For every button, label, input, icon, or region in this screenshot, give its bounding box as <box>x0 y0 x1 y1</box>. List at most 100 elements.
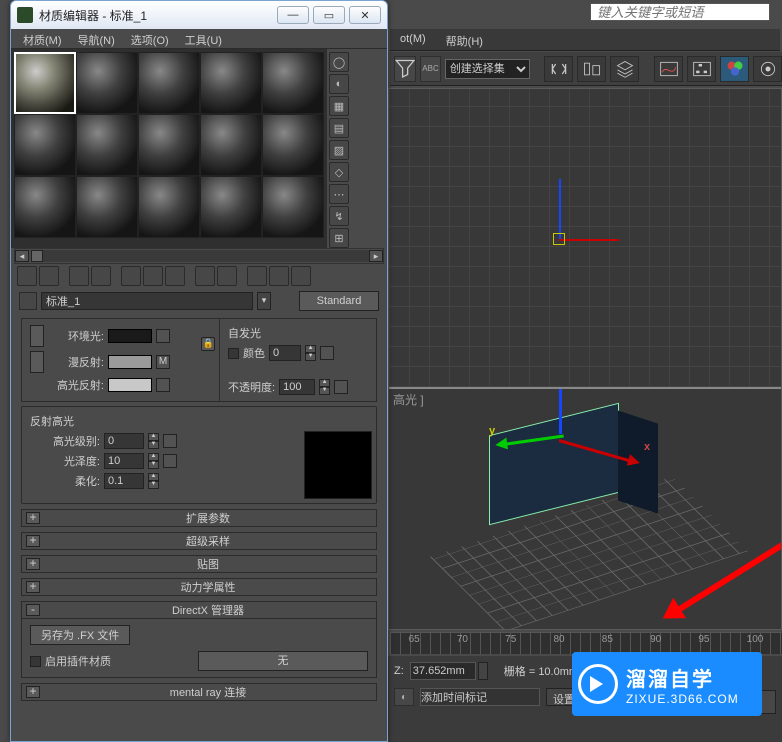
specular-map-button[interactable] <box>156 378 170 392</box>
material-name-input[interactable] <box>41 292 253 310</box>
menu-navigate[interactable]: 导航(N) <box>70 29 123 48</box>
uv-tile-icon[interactable]: ▤ <box>329 118 349 138</box>
rollout-supersampling[interactable]: +超级采样 <box>21 532 377 550</box>
gizmo-z-axis[interactable] <box>559 389 562 434</box>
align-icon[interactable] <box>577 56 606 82</box>
show-map-icon[interactable] <box>217 266 237 286</box>
make-unique-icon[interactable] <box>143 266 163 286</box>
ambient-swatch[interactable] <box>108 329 152 343</box>
opacity-input[interactable] <box>279 379 315 395</box>
plugin-material-button[interactable]: 无 <box>198 651 368 671</box>
get-material-icon[interactable] <box>17 266 37 286</box>
menu-material[interactable]: 材质(M) <box>15 29 70 48</box>
global-search-input[interactable] <box>590 3 770 21</box>
scroll-left-icon[interactable]: ◂ <box>15 250 29 262</box>
sample-slot[interactable] <box>262 176 324 238</box>
spinner-icon[interactable]: ▲▼ <box>148 473 159 489</box>
put-to-lib-icon[interactable] <box>165 266 185 286</box>
mirror-icon[interactable] <box>544 56 573 82</box>
viewport-perspective[interactable]: 高光 ] y x <box>389 389 781 630</box>
spinner-icon[interactable] <box>478 662 488 680</box>
scroll-right-icon[interactable]: ▸ <box>369 250 383 262</box>
put-to-scene-icon[interactable] <box>39 266 59 286</box>
sample-slot[interactable] <box>138 114 200 176</box>
gloss-input[interactable] <box>104 453 144 469</box>
assign-to-sel-icon[interactable] <box>69 266 89 286</box>
selfillum-map-button[interactable] <box>320 346 334 360</box>
opacity-map-button[interactable] <box>334 380 348 394</box>
spinner-icon[interactable]: ▲▼ <box>319 379 330 395</box>
ambient-lock-icon[interactable] <box>30 325 44 347</box>
mat-map-nav-icon[interactable]: ⊞ <box>329 228 349 248</box>
scroll-thumb[interactable] <box>31 250 43 262</box>
sample-slot[interactable] <box>14 52 76 114</box>
enable-plugin-checkbox[interactable] <box>30 656 41 667</box>
coord-z-input[interactable] <box>410 662 476 680</box>
close-button[interactable]: ✕ <box>349 6 381 24</box>
go-sibling-icon[interactable] <box>291 266 311 286</box>
time-tag-input[interactable] <box>420 688 540 706</box>
viewport-top[interactable] <box>389 89 781 389</box>
select-by-mat-icon[interactable]: ↯ <box>329 206 349 226</box>
sample-slot[interactable] <box>138 52 200 114</box>
menu-help[interactable]: 帮助(H) <box>436 29 493 50</box>
sample-slot[interactable] <box>14 176 76 238</box>
rollout-extended[interactable]: +扩展参数 <box>21 509 377 527</box>
rollout-maps[interactable]: +贴图 <box>21 555 377 573</box>
diffuse-lock-icon[interactable] <box>30 351 44 373</box>
schematic-icon[interactable] <box>687 56 716 82</box>
background-icon[interactable]: ▦ <box>329 96 349 116</box>
backlight-icon[interactable]: ◐ <box>329 74 349 94</box>
make-preview-icon[interactable]: ◇ <box>329 162 349 182</box>
spinner-icon[interactable]: ▲▼ <box>305 345 316 361</box>
spinner-icon[interactable]: ▲▼ <box>148 453 159 469</box>
ambient-map-button[interactable] <box>156 329 170 343</box>
sample-slot[interactable] <box>200 114 262 176</box>
minimize-button[interactable]: ― <box>277 6 309 24</box>
spec-level-input[interactable] <box>104 433 144 449</box>
sample-slot[interactable] <box>200 52 262 114</box>
soften-input[interactable] <box>104 473 144 489</box>
gloss-map-button[interactable] <box>163 454 177 468</box>
selection-set-dropdown[interactable]: 创建选择集 <box>445 59 530 79</box>
material-editor-icon[interactable] <box>720 56 749 82</box>
material-type-button[interactable]: Standard <box>299 291 379 311</box>
sample-type-icon[interactable]: ◯ <box>329 52 349 72</box>
timeline[interactable]: 65 70 75 80 85 90 95 100 <box>390 632 782 654</box>
time-tag-icon[interactable]: ◐ <box>394 688 414 706</box>
spec-level-map-button[interactable] <box>163 434 177 448</box>
video-check-icon[interactable]: ▨ <box>329 140 349 160</box>
sample-slot[interactable] <box>262 52 324 114</box>
filter-icon[interactable] <box>394 56 416 82</box>
menu-tools[interactable]: 工具(U) <box>177 29 230 48</box>
sample-hscroll[interactable]: ◂ ▸ <box>14 248 384 264</box>
go-parent-icon[interactable] <box>269 266 289 286</box>
matid-icon[interactable] <box>195 266 215 286</box>
eyedropper-icon[interactable] <box>19 292 37 310</box>
make-copy-icon[interactable] <box>121 266 141 286</box>
abc-icon[interactable]: ABC <box>420 56 441 82</box>
material-name-dropdown[interactable]: ▾ <box>257 292 271 310</box>
maximize-button[interactable]: ▭ <box>313 6 345 24</box>
ad-lock-icon[interactable]: 🔒 <box>201 337 215 351</box>
save-fx-button[interactable]: 另存为 .FX 文件 <box>30 625 130 645</box>
diffuse-swatch[interactable] <box>108 355 152 369</box>
diffuse-map-button[interactable]: M <box>156 355 170 369</box>
selfillum-value-input[interactable] <box>269 345 301 361</box>
rollout-directx[interactable]: -DirectX 管理器 <box>21 601 377 619</box>
spinner-icon[interactable]: ▲▼ <box>148 433 159 449</box>
options-icon[interactable]: ⋯ <box>329 184 349 204</box>
sample-slot[interactable] <box>262 114 324 176</box>
reset-map-icon[interactable] <box>91 266 111 286</box>
menu-options[interactable]: 选项(O) <box>123 29 177 48</box>
specular-swatch[interactable] <box>108 378 152 392</box>
sample-slot[interactable] <box>76 52 138 114</box>
sample-slot[interactable] <box>138 176 200 238</box>
show-end-icon[interactable] <box>247 266 267 286</box>
titlebar[interactable]: 材质编辑器 - 标准_1 ― ▭ ✕ <box>11 1 387 29</box>
rollout-mentalray[interactable]: +mental ray 连接 <box>21 683 377 701</box>
curve-editor-icon[interactable] <box>654 56 683 82</box>
render-setup-icon[interactable] <box>753 56 782 82</box>
rollout-dynamics[interactable]: +动力学属性 <box>21 578 377 596</box>
selfillum-color-checkbox[interactable] <box>228 348 239 359</box>
